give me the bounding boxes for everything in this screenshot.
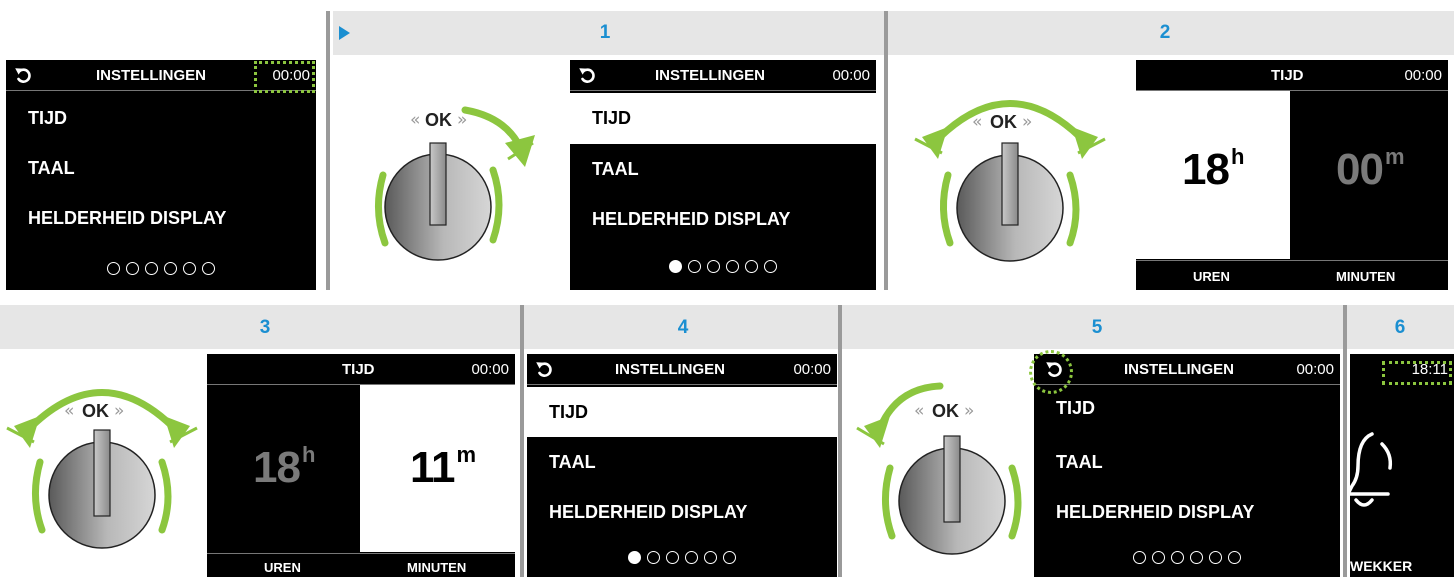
screen-header: INSTELLINGEN 00:00 xyxy=(527,354,837,385)
hours-pane[interactable]: 18h xyxy=(207,385,360,552)
panel-divider xyxy=(520,305,524,577)
hours-unit: h xyxy=(301,442,315,468)
svg-text:»: » xyxy=(114,401,124,421)
header-title: INSTELLINGEN xyxy=(615,361,726,378)
time-screen: TIJD 00:00 18h 00m UREN MINUTEN xyxy=(1136,60,1448,290)
panel-divider xyxy=(838,305,842,577)
step-number-2: 2 xyxy=(1159,22,1171,43)
time-footer: UREN MINUTEN xyxy=(1136,260,1448,290)
menu-item-taal[interactable]: TAAL xyxy=(6,143,316,193)
minutes-unit: m xyxy=(1384,144,1405,170)
panel-divider xyxy=(326,11,330,290)
header-title: INSTELLINGEN xyxy=(1124,361,1235,378)
knob-ok-label: OK xyxy=(990,112,1017,132)
alarm-bell-icon[interactable] xyxy=(1350,426,1402,516)
hours-value: 18 xyxy=(253,443,301,492)
header-title: INSTELLINGEN xyxy=(655,67,766,84)
screen-header: TIJD 00:00 xyxy=(207,354,515,385)
screen-header: INSTELLINGEN 00:00 xyxy=(1034,354,1340,385)
knob-ok-label: OK xyxy=(82,401,109,421)
panel-divider xyxy=(1343,305,1347,577)
step-number-6: 6 xyxy=(1394,317,1406,338)
back-button-highlight xyxy=(1029,350,1073,394)
rotary-knob[interactable]: « OK » xyxy=(910,75,1120,275)
svg-text:«: « xyxy=(914,401,924,421)
screen-header: TIJD 00:00 xyxy=(1136,60,1448,91)
step-band-top xyxy=(333,11,1454,55)
back-arrow-icon[interactable] xyxy=(577,65,597,85)
menu-item-helderheid[interactable]: HELDERHEID DISPLAY xyxy=(6,193,316,243)
hours-pane[interactable]: 18h xyxy=(1136,91,1290,259)
header-title: TIJD xyxy=(342,361,375,378)
clock-screen: 18:11 WEKKER xyxy=(1350,354,1454,577)
minutes-pane[interactable]: 11m xyxy=(360,385,515,552)
hours-unit: h xyxy=(1230,144,1244,170)
menu-item-tijd[interactable]: TIJD xyxy=(1034,385,1340,437)
rotary-knob[interactable]: « OK » xyxy=(2,362,212,572)
menu-item-helderheid[interactable]: HELDERHEID DISPLAY xyxy=(527,487,837,537)
svg-text:«: « xyxy=(410,110,420,130)
menu-item-helderheid[interactable]: HELDERHEID DISPLAY xyxy=(570,194,876,244)
header-clock: 00:00 xyxy=(471,361,509,378)
clock-highlight xyxy=(1382,361,1452,385)
svg-text:»: » xyxy=(1022,112,1032,132)
svg-text:»: » xyxy=(964,401,974,421)
header-title: TIJD xyxy=(1271,67,1304,84)
menu-screen: INSTELLINGEN 00:00 TIJD TAAL HELDERHEID … xyxy=(1034,354,1340,577)
minutes-value: 00 xyxy=(1336,145,1384,194)
panel-divider xyxy=(884,11,888,290)
menu-screen: INSTELLINGEN 00:00 TIJD TAAL HELDERHEID … xyxy=(570,60,876,290)
menu-screen: INSTELLINGEN 00:00 TIJD TAAL HELDERHEID … xyxy=(6,60,316,290)
minutes-value: 11 xyxy=(410,443,456,492)
menu-item-taal[interactable]: TAAL xyxy=(527,437,837,487)
step-number-4: 4 xyxy=(677,317,689,338)
page-indicator xyxy=(570,260,876,273)
page-indicator xyxy=(6,262,316,275)
wekker-label[interactable]: WEKKER xyxy=(1350,558,1412,574)
minutes-pane[interactable]: 00m xyxy=(1290,91,1448,259)
hours-value: 18 xyxy=(1182,145,1230,194)
time-screen: TIJD 00:00 18h 11m UREN MINUTEN xyxy=(207,354,515,577)
menu-item-helderheid[interactable]: HELDERHEID DISPLAY xyxy=(1034,487,1340,537)
page-indicator xyxy=(527,551,837,564)
header-clock: 00:00 xyxy=(1296,361,1334,378)
menu-item-tijd[interactable]: TIJD xyxy=(570,93,876,144)
menu-item-taal[interactable]: TAAL xyxy=(570,144,876,194)
header-title: INSTELLINGEN xyxy=(96,67,207,84)
knob-ok-label: OK xyxy=(932,401,959,421)
rotary-knob[interactable]: « OK » xyxy=(852,368,1032,573)
back-arrow-icon[interactable] xyxy=(13,65,33,85)
minutes-label: MINUTEN xyxy=(1336,269,1396,284)
step-number-3: 3 xyxy=(259,317,271,338)
time-footer: UREN MINUTEN xyxy=(207,553,515,577)
menu-screen: INSTELLINGEN 00:00 TIJD TAAL HELDERHEID … xyxy=(527,354,837,577)
header-clock: 00:00 xyxy=(832,67,870,84)
minutes-unit: m xyxy=(456,442,477,468)
step-number-1: 1 xyxy=(599,22,611,43)
hours-label: UREN xyxy=(264,560,301,575)
screen-header: INSTELLINGEN 00:00 xyxy=(570,60,876,91)
clock-highlight xyxy=(254,61,315,93)
rotary-knob[interactable]: « OK » xyxy=(355,95,545,275)
step-number-5: 5 xyxy=(1091,317,1103,338)
header-clock: 00:00 xyxy=(793,361,831,378)
minutes-label: MINUTEN xyxy=(407,560,467,575)
back-arrow-icon[interactable] xyxy=(534,359,554,379)
header-clock: 00:00 xyxy=(1404,67,1442,84)
play-triangle-icon[interactable] xyxy=(338,25,352,41)
menu-item-taal[interactable]: TAAL xyxy=(1034,437,1340,487)
clock-footer: WEKKER xyxy=(1350,553,1454,577)
knob-ok-label: OK xyxy=(425,110,452,130)
page-indicator xyxy=(1034,551,1340,564)
hours-label: UREN xyxy=(1193,269,1230,284)
menu-item-tijd[interactable]: TIJD xyxy=(6,93,316,143)
step-band-bottom xyxy=(0,305,1454,349)
menu-item-tijd[interactable]: TIJD xyxy=(527,387,837,437)
